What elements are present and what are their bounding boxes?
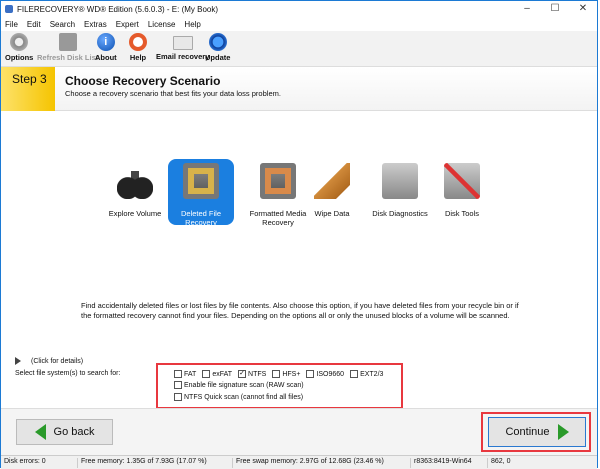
status-build: r8363:8419-Win64 bbox=[411, 458, 488, 468]
step-header: Step 3 Choose Recovery Scenario Choose a… bbox=[1, 67, 597, 111]
menu-help[interactable]: Help bbox=[184, 20, 200, 29]
tools-drive-icon bbox=[444, 163, 480, 199]
status-bar: Disk errors: 0 Free memory: 1.35G of 7.9… bbox=[1, 455, 597, 469]
deleted-file-drive-icon bbox=[183, 163, 219, 199]
help-button[interactable]: Help bbox=[129, 33, 147, 62]
window-title: FILERECOVERY® WD® Edition (5.6.0.3) - E:… bbox=[17, 4, 219, 14]
scenario-explore-volume[interactable]: Explore Volume bbox=[102, 159, 168, 225]
scenario-disk-tools[interactable]: Disk Tools bbox=[429, 159, 495, 225]
scenario-disk-diagnostics[interactable]: Disk Diagnostics bbox=[367, 159, 433, 225]
status-disk-errors: Disk errors: 0 bbox=[1, 458, 78, 468]
menu-extras[interactable]: Extras bbox=[84, 20, 107, 29]
formatted-drive-icon bbox=[260, 163, 296, 199]
title-bar: FILERECOVERY® WD® Edition (5.6.0.3) - E:… bbox=[1, 1, 597, 17]
app-icon bbox=[5, 5, 13, 13]
envelope-icon bbox=[172, 36, 193, 50]
menu-file[interactable]: File bbox=[5, 20, 18, 29]
update-icon bbox=[208, 33, 227, 51]
disk-icon bbox=[58, 33, 77, 51]
app-window: FILERECOVERY® WD® Edition (5.6.0.3) - E:… bbox=[0, 0, 598, 469]
broom-icon bbox=[314, 163, 350, 199]
arrow-left-icon bbox=[34, 424, 46, 440]
maximize-button[interactable]: ☐ bbox=[541, 1, 569, 17]
fs-label: Select file system(s) to search for: bbox=[15, 370, 121, 377]
gear-icon bbox=[10, 33, 29, 51]
diagnostics-drive-icon bbox=[382, 163, 418, 199]
step-number: Step 3 bbox=[1, 67, 55, 111]
menu-search[interactable]: Search bbox=[50, 20, 75, 29]
minimize-button[interactable]: – bbox=[513, 1, 541, 17]
about-button[interactable]: i About bbox=[95, 33, 117, 62]
menu-bar: File Edit Search Extras Expert License H… bbox=[1, 17, 597, 31]
details-toggle[interactable]: (Click for details) bbox=[15, 357, 83, 365]
step-subtitle: Choose a recovery scenario that best fit… bbox=[65, 89, 281, 98]
triangle-right-icon bbox=[15, 357, 21, 365]
status-coords: 862, 0 bbox=[491, 458, 511, 465]
go-back-button[interactable]: Go back bbox=[16, 419, 113, 445]
menu-license[interactable]: License bbox=[148, 20, 176, 29]
toolbar: Options Refresh Disk List i About Help Em… bbox=[1, 31, 597, 67]
binoculars-icon bbox=[117, 163, 153, 199]
status-free-swap: Free swap memory: 2.97G of 12.68G (23.46… bbox=[233, 458, 411, 468]
scenario-description: Find accidentally deleted files or lost … bbox=[81, 301, 519, 320]
step-title: Choose Recovery Scenario bbox=[65, 74, 221, 88]
lifebuoy-icon bbox=[129, 33, 147, 51]
refresh-disk-list-button[interactable]: Refresh Disk List bbox=[37, 33, 98, 62]
close-button[interactable]: ✕ bbox=[569, 1, 597, 17]
scenario-deleted-file-recovery[interactable]: Deleted File Recovery bbox=[168, 159, 234, 227]
status-free-memory: Free memory: 1.35G of 7.93G (17.07 %) bbox=[78, 458, 233, 468]
menu-expert[interactable]: Expert bbox=[116, 20, 139, 29]
menu-edit[interactable]: Edit bbox=[27, 20, 41, 29]
info-icon: i bbox=[96, 33, 115, 51]
highlight-box bbox=[156, 363, 403, 409]
email-recovery-button[interactable]: Email recovery bbox=[156, 33, 209, 61]
update-button[interactable]: Update bbox=[205, 33, 230, 62]
highlight-box bbox=[481, 412, 591, 452]
scenario-wipe-data[interactable]: Wipe Data bbox=[299, 159, 365, 225]
options-button[interactable]: Options bbox=[5, 33, 33, 62]
